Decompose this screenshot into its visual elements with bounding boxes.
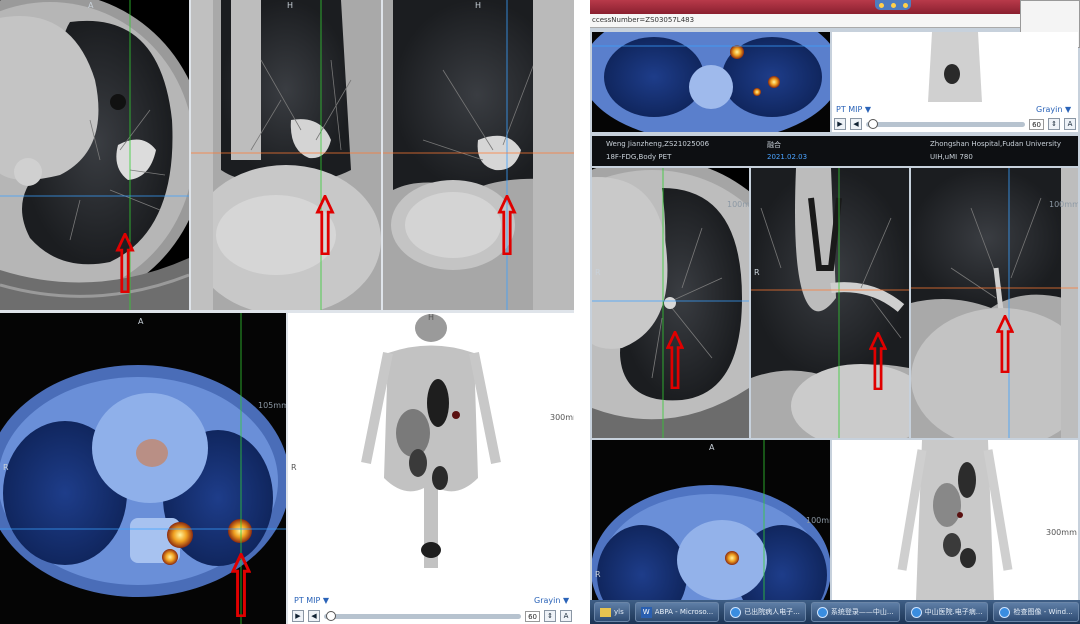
scale-label: 300mm [550,413,574,422]
play-icon[interactable]: ▶ [292,610,304,622]
stepper-icon[interactable]: ⇕ [544,610,556,622]
scale-label: 100mm [806,516,830,525]
taskbar-item[interactable]: 中山医院.电子病... [904,602,989,622]
study-date: 2021.02.03 [767,153,808,161]
frame-input[interactable]: 60 [1029,118,1044,130]
step-back-icon[interactable]: ◀ [308,610,320,622]
upper-mip-view[interactable]: PT MIP ▼ Grayin ▼ ▶ ◀ 60 ⇕ A [832,32,1078,132]
orientation-top-label: A [138,317,144,326]
playback-controls: ▶ ◀ 60 ⇕ A [834,117,1076,131]
ct-sagittal-image [383,0,574,310]
orientation-top-label: A [88,1,94,10]
hospital-name: Zhongshan Hospital,Fudan University [930,140,1062,148]
lesion-arrow [497,195,517,255]
taskbar-item-label: 检查图像 - Wind... [1013,608,1073,616]
taskbar-item[interactable]: yls [594,602,630,622]
scale-label: 100mm [1049,200,1078,209]
taskbar-item[interactable]: 已出院病人电子... [724,602,806,622]
orientation-top-label: A [709,443,715,452]
pet-ct-fusion-axial-view[interactable]: A R 100mm [592,440,830,600]
url-text: ccessNumber=ZS03057L483 [592,16,695,24]
upper-mip-image [832,32,1078,106]
ct-axial-view[interactable]: R 100mm [592,168,749,438]
lesion-arrow [996,315,1014,373]
frame-slider[interactable] [866,118,1026,129]
ct-axial-image [0,0,189,310]
lesion-arrow [315,195,335,255]
right-panel: ccessNumber=ZS03057L483 PT MIP ▼ Grayin … [590,0,1080,600]
taskbar-item-label: 已出院病人电子... [744,608,800,616]
fusion-axial-image [592,440,830,600]
ct-coronal-image [191,0,381,310]
internet-explorer-icon [999,606,1011,618]
dot-icon[interactable] [890,2,896,8]
orientation-left-label: R [3,463,9,472]
ct-coronal-image [751,168,909,438]
lesion-arrow [666,331,684,389]
mip-name-label[interactable]: PT MIP ▼ [294,596,329,605]
taskbar-item-label: ABPA - Microso... [654,608,714,616]
lesion-arrow [869,332,887,390]
step-back-icon[interactable]: ◀ [850,118,862,130]
mip-name-label[interactable]: PT MIP ▼ [836,105,871,114]
stepper-icon[interactable]: ⇕ [1048,118,1060,130]
left-panel: A H H A R 105mm H R 300m PT MIP ▼ Grayin… [0,0,574,624]
fusion-label: 融合 [767,141,781,149]
orientation-left-label: R [595,570,601,579]
ct-coronal-view[interactable]: H [191,0,381,310]
scale-label: 100mm [727,200,749,209]
frame-input[interactable]: 60 [525,610,540,622]
patient-name: Weng Jianzheng,ZS21025006 [606,140,710,148]
internet-explorer-icon [910,606,922,618]
ct-axial-view[interactable]: A [0,0,189,310]
word-icon: W [640,606,652,618]
scanner-model: UIH,uMI 780 [930,153,973,161]
address-bar[interactable]: ccessNumber=ZS03057L483 [590,14,1020,28]
internet-explorer-icon [730,606,742,618]
frame-slider[interactable] [324,610,522,621]
scale-label: 105mm [258,401,286,410]
internet-explorer-icon [816,606,828,618]
ct-sagittal-view[interactable]: 100mm [911,168,1078,438]
dot-icon[interactable] [902,2,908,8]
lesion-arrow [231,553,251,617]
taskbar-item-label: 中山医院.电子病... [924,608,983,616]
orientation-left-label: R [595,268,601,277]
pet-mip-view[interactable]: 300mm [832,440,1078,600]
orientation-top-label: H [287,1,294,10]
colormap-label[interactable]: Grayin ▼ [534,596,569,605]
lesion-arrow [115,233,135,293]
ct-axial-image [592,168,749,438]
mip-image [288,313,574,603]
series-description: 18F-FDG,Body PET [606,153,672,161]
orientation-top-label: H [475,1,482,10]
windows-taskbar: yls W ABPA - Microso... 已出院病人电子... 系统登录——中山.… [590,600,1080,624]
colormap-label[interactable]: Grayin ▼ [1036,105,1071,114]
auto-button[interactable]: A [560,610,572,622]
playback-controls: ▶ ◀ 60 ⇕ A [292,609,572,623]
pet-mip-view[interactable]: H R 300mm PT MIP ▼ Grayin ▼ ▶ ◀ 60 ⇕ A [288,313,574,624]
upper-fusion-view[interactable] [592,32,830,132]
dot-icon[interactable] [878,2,884,8]
window-controls [875,0,911,10]
patient-info-bar: Weng Jianzheng,ZS21025006 融合 Zhongshan H… [592,136,1078,166]
folder-icon [600,607,611,617]
browser-bar [590,0,1080,14]
upper-fusion-image [592,32,830,132]
orientation-right-label: R [291,463,297,472]
orientation-left-label: R [754,268,760,277]
taskbar-item-label: yls [614,608,624,616]
pet-ct-fusion-axial-view[interactable]: A R 105mm [0,313,286,624]
taskbar-item[interactable]: 系统登录——中山... [810,602,900,622]
taskbar-item[interactable]: W ABPA - Microso... [634,602,720,622]
play-icon[interactable]: ▶ [834,118,846,130]
ct-sagittal-view[interactable]: H [383,0,574,310]
ct-coronal-view[interactable]: R [751,168,909,438]
taskbar-item-label: 系统登录——中山... [830,608,894,616]
orientation-top-label: H [428,313,435,322]
mip-image [832,440,1078,600]
taskbar-item[interactable]: 检查图像 - Wind... [993,602,1079,622]
scale-label: 300mm [1046,528,1077,537]
auto-button[interactable]: A [1064,118,1076,130]
